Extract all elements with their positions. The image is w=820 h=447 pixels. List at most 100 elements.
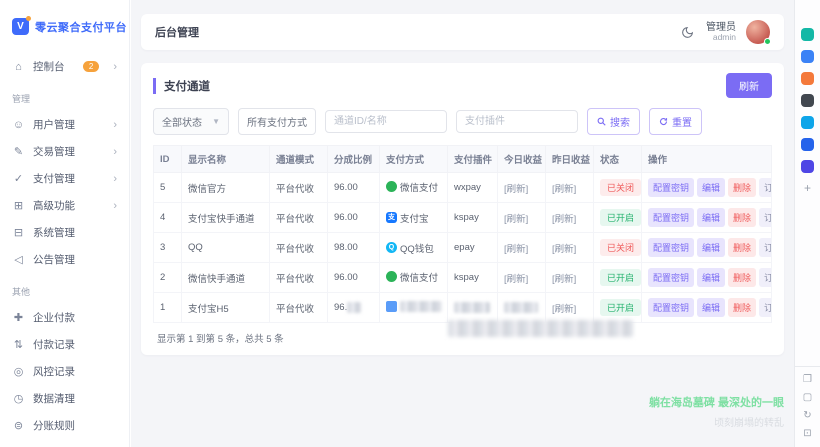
sidebar-item[interactable]: ⊟ 系统管理 xyxy=(0,219,129,246)
cell-channel-mode: 平台代收 xyxy=(269,232,328,263)
refresh-revenue-link[interactable]: [刷新] xyxy=(504,274,528,285)
sidebar-item[interactable]: ✎ 交易管理 › xyxy=(0,138,129,165)
refresh-revenue-link[interactable]: [刷新] xyxy=(552,184,576,195)
order-button[interactable]: 订单 xyxy=(759,298,771,317)
edit-button[interactable]: 编辑 xyxy=(697,238,726,257)
sidebar-item[interactable]: ⊕ 分账记录 xyxy=(0,439,129,447)
cell-payment-plugin: wxpay xyxy=(447,172,498,203)
refresh-revenue-link[interactable]: [刷新] xyxy=(552,274,576,285)
cell-channel-mode: 平台代收 xyxy=(269,172,328,203)
refresh-revenue-link[interactable]: [刷新] xyxy=(552,214,576,225)
refresh-revenue-link[interactable]: [刷新] xyxy=(552,304,576,315)
edit-button[interactable]: 编辑 xyxy=(697,178,726,197)
refresh-revenue-link[interactable]: [刷新] xyxy=(504,184,528,195)
app-logo: V 零云聚合支付平台 xyxy=(0,16,129,35)
add-extension-button[interactable]: + xyxy=(804,182,811,194)
sidebar-item[interactable]: ◁ 公告管理 xyxy=(0,246,129,273)
dolphin-extension-icon[interactable] xyxy=(801,50,814,63)
refresh-revenue-link[interactable]: [刷新] xyxy=(504,244,528,255)
cell-display-name: 微信快手通道 xyxy=(181,262,270,293)
edit-button[interactable]: 编辑 xyxy=(697,298,726,317)
payment-plugin-input[interactable] xyxy=(456,110,578,133)
sidebar-item-label: 风控记录 xyxy=(33,366,75,378)
cell-channel-mode: 平台代收 xyxy=(269,262,328,293)
settings-icon[interactable]: ⊡ xyxy=(803,429,811,439)
contacts-extension-icon[interactable] xyxy=(801,94,814,107)
grid2-icon: ⊟ xyxy=(13,227,24,239)
sidebar-item[interactable]: ⊜ 分账规则 xyxy=(0,412,129,439)
cell-today-revenue: [刷新] xyxy=(497,172,546,203)
cell-id: 2 xyxy=(153,262,182,293)
delete-button[interactable]: 删除 xyxy=(728,208,757,227)
cell-payment-plugin: kspay xyxy=(447,202,498,233)
pagination-info: 显示第 1 到第 5 条，总共 5 条 xyxy=(153,320,772,351)
sidebar-item[interactable]: ⇅ 付款记录 xyxy=(0,331,129,358)
sidebar-item-label: 数据清理 xyxy=(33,393,75,405)
sidebar-item-label: 交易管理 xyxy=(33,146,75,158)
history-icon[interactable]: ↻ xyxy=(803,411,811,421)
sidebar-item[interactable]: ◷ 数据清理 xyxy=(0,385,129,412)
sidebar-item-label: 公告管理 xyxy=(33,254,75,266)
configure-keys-button[interactable]: 配置密钥 xyxy=(648,298,695,317)
window-icon[interactable]: ▢ xyxy=(803,393,812,403)
configure-keys-button[interactable]: 配置密钥 xyxy=(648,208,695,227)
refresh-revenue-link[interactable]: [刷新] xyxy=(552,244,576,255)
folder-extension-icon[interactable] xyxy=(801,72,814,85)
screenshot-icon[interactable]: ❐ xyxy=(803,375,812,385)
delete-button[interactable]: 删除 xyxy=(728,178,757,197)
order-button[interactable]: 订单 xyxy=(759,268,771,287)
configure-keys-button[interactable]: 配置密钥 xyxy=(648,238,695,257)
sidebar-item[interactable]: ◎ 风控记录 xyxy=(0,358,129,385)
sidebar-item[interactable]: ✓ 支付管理 › xyxy=(0,165,129,192)
table-row: 5 微信官方 平台代收 96.00 微信支付 wxpay [刷新] [刷新] 已关闭 配置密钥 编辑… xyxy=(153,172,772,203)
cell-actions: 配置密钥编辑删除订单测试 xyxy=(641,202,772,233)
cell-payment-plugin xyxy=(447,292,498,323)
sidebar-item[interactable]: ☺ 用户管理 › xyxy=(0,111,129,138)
payment-method-filter-select[interactable]: 所有支付方式 xyxy=(238,108,316,135)
search-button[interactable]: 搜索 xyxy=(587,108,640,135)
censored-region xyxy=(448,320,633,337)
chevron-right-icon: › xyxy=(113,118,117,131)
column-header: 显示名称 xyxy=(181,145,270,173)
column-header: 昨日收益 xyxy=(545,145,594,173)
sidebar-item[interactable]: ✚ 企业付款 xyxy=(0,304,129,331)
order-button[interactable]: 订单 xyxy=(759,208,771,227)
sidebar-item-dashboard[interactable]: ⌂ 控制台 2 › xyxy=(0,53,129,80)
cell-split-ratio: 96.00 xyxy=(327,262,380,293)
cell-actions: 配置密钥编辑删除订单测试 xyxy=(641,292,772,323)
column-header: 今日收益 xyxy=(497,145,546,173)
mail-extension-icon[interactable] xyxy=(801,160,814,173)
delete-button[interactable]: 删除 xyxy=(728,268,757,287)
status-filter-select[interactable]: 全部状态 ▼ xyxy=(153,108,229,135)
sidebar-section-label: 其他 xyxy=(12,287,31,297)
user-info[interactable]: 管理员 admin xyxy=(706,22,736,42)
dark-mode-toggle[interactable] xyxy=(678,23,696,41)
configure-keys-button[interactable]: 配置密钥 xyxy=(648,178,695,197)
column-header: 操作 xyxy=(641,145,772,173)
sidebar-item[interactable]: ⊞ 高级功能 › xyxy=(0,192,129,219)
compass-extension-icon[interactable] xyxy=(801,116,814,129)
delete-button[interactable]: 删除 xyxy=(728,238,757,257)
avatar[interactable] xyxy=(746,20,771,45)
delete-button[interactable]: 删除 xyxy=(728,298,757,317)
cell-yesterday-revenue: [刷新] xyxy=(545,262,594,293)
cell-today-revenue xyxy=(497,292,546,323)
cell-display-name: 支付宝H5 xyxy=(181,292,270,323)
shield-icon: ◎ xyxy=(13,366,24,378)
quark-extension-icon[interactable] xyxy=(801,28,814,41)
reset-icon xyxy=(659,117,668,126)
edit-button[interactable]: 编辑 xyxy=(697,208,726,227)
chevron-right-icon: › xyxy=(113,145,117,158)
configure-keys-button[interactable]: 配置密钥 xyxy=(648,268,695,287)
edit-button[interactable]: 编辑 xyxy=(697,268,726,287)
table-row: 2 微信快手通道 平台代收 96.00 微信支付 kspay [刷新] [刷新] 已开启 配置密钥… xyxy=(153,262,772,293)
filter-bar: 全部状态 ▼ 所有支付方式 搜索 重置 xyxy=(153,108,772,135)
refresh-button[interactable]: 刷新 xyxy=(726,73,772,98)
channel-id-name-input[interactable] xyxy=(325,110,447,133)
order-button[interactable]: 订单 xyxy=(759,238,771,257)
reset-button[interactable]: 重置 xyxy=(649,108,702,135)
order-button[interactable]: 订单 xyxy=(759,178,771,197)
refresh-revenue-link[interactable]: [刷新] xyxy=(504,214,528,225)
docs-extension-icon[interactable] xyxy=(801,138,814,151)
table-row: 4 支付宝快手通道 平台代收 96.00 支支付宝 kspay [刷新] [刷新] 已开启 配置密… xyxy=(153,202,772,233)
